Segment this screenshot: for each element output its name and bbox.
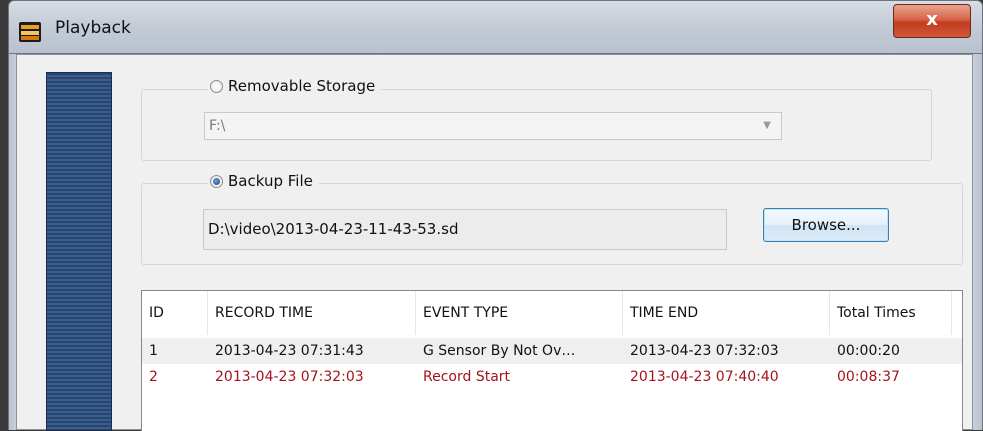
- cell-id: 1: [149, 343, 158, 359]
- removable-storage-radio[interactable]: [210, 79, 223, 93]
- column-header-event-type[interactable]: EVENT TYPE: [416, 291, 623, 335]
- removable-storage-label: Removable Storage: [228, 77, 376, 95]
- record-list[interactable]: ID RECORD TIME EVENT TYPE TIME END Total…: [141, 290, 963, 431]
- list-header: ID RECORD TIME EVENT TYPE TIME END Total…: [142, 291, 962, 335]
- browse-button[interactable]: Browse...: [763, 208, 889, 242]
- chevron-down-icon[interactable]: ▼: [763, 113, 771, 139]
- cell-total-times: 00:08:37: [837, 369, 900, 385]
- table-row[interactable]: 2 2013-04-23 07:32:03 Record Start 2013-…: [142, 364, 962, 390]
- column-header-id[interactable]: ID: [142, 291, 208, 335]
- close-button[interactable]: x: [893, 4, 971, 38]
- window-frame-left: [8, 54, 16, 430]
- drive-select-value: F:\: [209, 118, 226, 134]
- table-row[interactable]: 1 2013-04-23 07:31:43 G Sensor By Not Ov…: [142, 338, 962, 364]
- backup-file-label: Backup File: [228, 172, 313, 190]
- column-header-time-end[interactable]: TIME END: [623, 291, 830, 335]
- cell-record-time: 2013-04-23 07:32:03: [215, 369, 364, 385]
- backup-file-option[interactable]: Backup File: [208, 172, 319, 190]
- cell-record-time: 2013-04-23 07:31:43: [215, 343, 364, 359]
- backup-file-radio[interactable]: [210, 174, 223, 188]
- cell-event-type: Record Start: [423, 369, 511, 385]
- column-header-record-time[interactable]: RECORD TIME: [208, 291, 416, 335]
- playback-window: Playback x Removable Storage F:\ ▼ Backu…: [8, 0, 983, 431]
- removable-storage-option[interactable]: Removable Storage: [208, 77, 382, 95]
- cell-id: 2: [149, 369, 158, 385]
- backup-path-field[interactable]: D:\video\2013-04-23-11-43-53.sd: [203, 209, 727, 250]
- side-banner: [46, 72, 112, 431]
- title-bar[interactable]: Playback x: [8, 0, 983, 54]
- window-title: Playback: [55, 18, 131, 38]
- drive-select[interactable]: F:\ ▼: [204, 112, 782, 140]
- column-header-total-times[interactable]: Total Times: [830, 291, 952, 335]
- cell-time-end: 2013-04-23 07:32:03: [630, 343, 779, 359]
- cell-total-times: 00:00:20: [837, 343, 900, 359]
- cell-event-type: G Sensor By Not Ov…: [423, 343, 576, 359]
- window-frame-right: [973, 54, 983, 430]
- cell-time-end: 2013-04-23 07:40:40: [630, 369, 779, 385]
- app-icon: [19, 22, 41, 42]
- client-area: Removable Storage F:\ ▼ Backup File D:\v…: [16, 54, 973, 431]
